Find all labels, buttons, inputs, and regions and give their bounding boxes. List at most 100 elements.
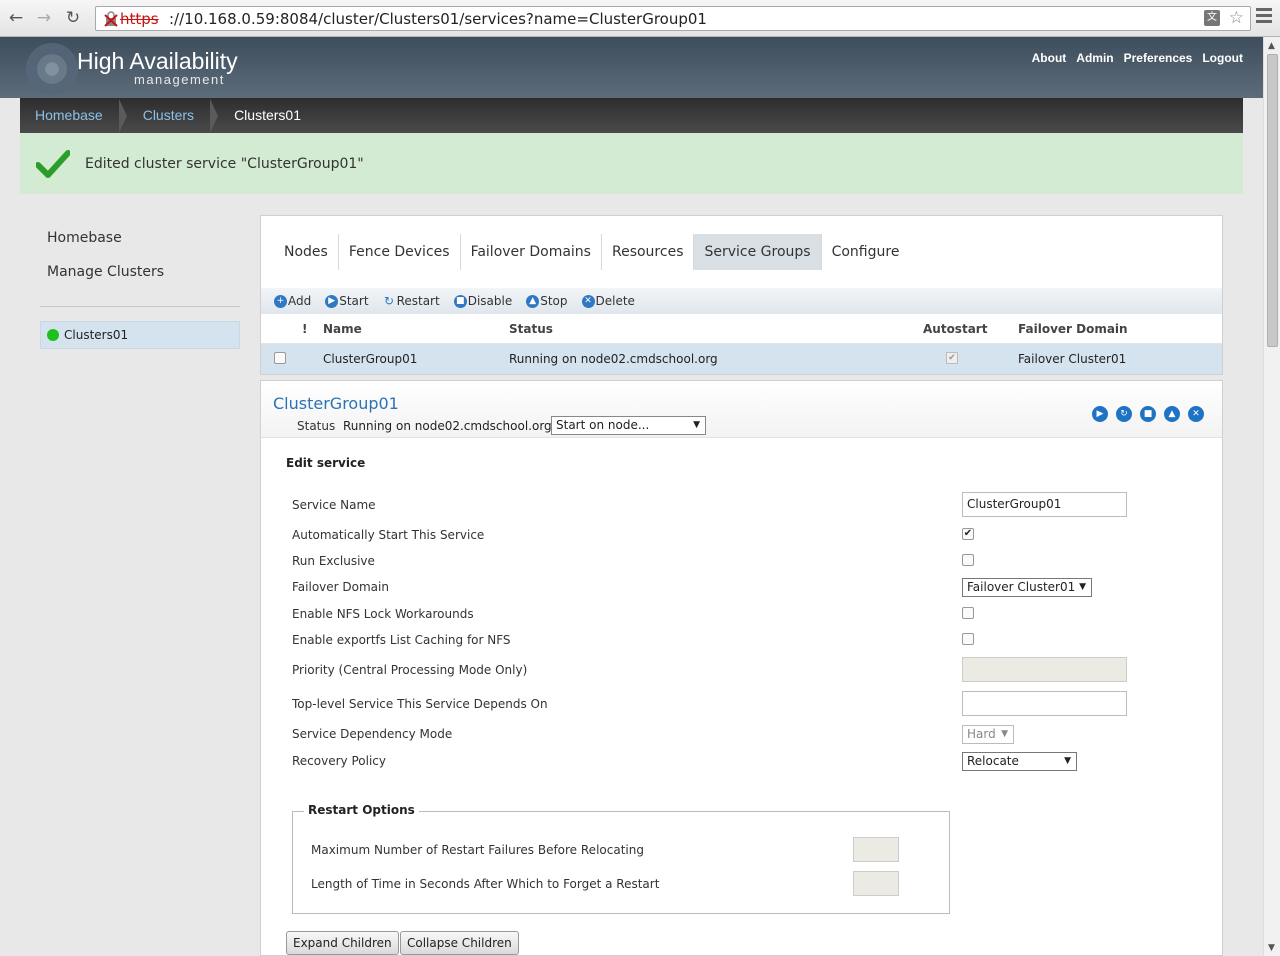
admin-link[interactable]: Admin	[1076, 51, 1113, 65]
browser-menu-icon[interactable]	[1256, 8, 1272, 28]
row-autostart-checkbox: ✔	[946, 352, 958, 364]
max-restart-failures-input	[853, 837, 899, 862]
app-header: High Availability management About Admin…	[0, 37, 1263, 98]
breadcrumb-separator	[118, 98, 127, 133]
plus-icon: +	[274, 294, 287, 308]
url-protocol: https	[120, 10, 159, 28]
disable-icon[interactable]: ■	[1140, 406, 1156, 422]
chevron-down-icon: ▼	[1079, 582, 1086, 592]
service-name-label: Service Name	[292, 498, 376, 512]
column-name[interactable]: Name	[323, 314, 362, 344]
restart-options-legend: Restart Options	[304, 803, 419, 817]
stop-button[interactable]: ▲ Stop	[526, 294, 568, 308]
column-autostart[interactable]: Autostart	[923, 314, 987, 344]
expand-children-button[interactable]: Expand Children	[286, 931, 399, 955]
sidebar-item-manage-clusters[interactable]: Manage Clusters	[47, 264, 164, 280]
depends-on-label: Top-level Service This Service Depends O…	[292, 697, 548, 711]
chevron-down-icon: ▼	[693, 420, 700, 430]
row-name[interactable]: ClusterGroup01	[323, 344, 417, 374]
tab-bar: Nodes Fence Devices Failover Domains Res…	[274, 234, 909, 270]
column-failover-domain[interactable]: Failover Domain	[1018, 314, 1128, 344]
bookmark-star-icon[interactable]: ☆	[1229, 8, 1244, 28]
delete-icon[interactable]: ✕	[1188, 406, 1204, 422]
recovery-policy-select[interactable]: Relocate ▼	[962, 752, 1077, 771]
priority-input	[962, 657, 1127, 682]
table-header: ! Name Status Autostart Failover Domain	[261, 314, 1222, 344]
tab-fence-devices[interactable]: Fence Devices	[339, 234, 461, 270]
row-checkbox[interactable]	[274, 352, 286, 364]
max-restart-failures-label: Maximum Number of Restart Failures Befor…	[311, 843, 644, 857]
sidebar-item-cluster[interactable]: Clusters01	[40, 321, 240, 349]
translate-icon[interactable]: 文	[1204, 10, 1220, 26]
table-row[interactable]: ClusterGroup01 Running on node02.cmdscho…	[261, 344, 1222, 374]
page-scrollbar[interactable]: ▲ ▼	[1263, 37, 1280, 956]
chevron-down-icon: ▼	[1064, 756, 1071, 766]
tab-configure[interactable]: Configure	[822, 234, 910, 270]
tab-failover-domains[interactable]: Failover Domains	[461, 234, 602, 270]
row-failover-domain: Failover Cluster01	[1018, 352, 1127, 366]
tab-nodes[interactable]: Nodes	[274, 234, 339, 270]
breadcrumb-clusters[interactable]: Clusters	[127, 98, 210, 133]
row-status: Running on node02.cmdschool.org	[509, 352, 718, 366]
collapse-children-button[interactable]: Collapse Children	[400, 931, 519, 955]
restart-expire-time-input	[853, 871, 899, 896]
restart-icon: ↻	[384, 293, 395, 308]
exportfs-cache-checkbox[interactable]	[962, 633, 974, 645]
status-dot-icon	[47, 329, 59, 341]
depends-on-input[interactable]	[962, 691, 1127, 716]
cluster-name: Clusters01	[64, 328, 129, 342]
restart-button[interactable]: ↻ Restart	[383, 294, 440, 308]
logout-link[interactable]: Logout	[1202, 51, 1243, 65]
tab-resources[interactable]: Resources	[602, 234, 695, 270]
edit-service-heading: Edit service	[286, 456, 366, 470]
service-title: ClusterGroup01	[273, 394, 399, 413]
tab-service-groups[interactable]: Service Groups	[694, 234, 822, 270]
breadcrumb: Homebase Clusters Clusters01	[20, 98, 1243, 133]
forward-arrow-icon[interactable]: →	[34, 8, 54, 28]
restart-options-fieldset: Restart Options Maximum Number of Restar…	[292, 803, 950, 914]
recovery-policy-label: Recovery Policy	[292, 754, 386, 768]
autostart-label: Automatically Start This Service	[292, 528, 485, 542]
scroll-thumb[interactable]	[1267, 54, 1278, 347]
app-title: High Availability	[77, 48, 238, 74]
priority-label: Priority (Central Processing Mode Only)	[292, 663, 528, 677]
add-button[interactable]: + Add	[274, 294, 311, 308]
disable-icon: ■	[453, 294, 467, 308]
restart-icon[interactable]: ↻	[1116, 406, 1132, 422]
app-subtitle: management	[134, 72, 225, 87]
column-status[interactable]: Status	[509, 314, 553, 344]
action-toolbar: + Add ▶ Start ↻ Restart ■ Disable ▲ Stop ✕ Del…	[261, 288, 1222, 314]
run-exclusive-checkbox[interactable]	[962, 554, 974, 566]
play-icon: ▶	[325, 294, 339, 308]
delete-button[interactable]: ✕ Delete	[581, 294, 635, 308]
reload-icon[interactable]: ↻	[63, 8, 83, 28]
dependency-mode-label: Service Dependency Mode	[292, 727, 453, 741]
run-exclusive-label: Run Exclusive	[292, 554, 375, 568]
about-link[interactable]: About	[1032, 51, 1067, 65]
breadcrumb-current: Clusters01	[234, 107, 301, 123]
insecure-lock-icon	[104, 11, 118, 27]
stop-icon: ▲	[526, 294, 540, 308]
scroll-down-arrow-icon[interactable]: ▼	[1268, 943, 1275, 953]
start-on-node-select[interactable]: Start on node... ▼	[551, 416, 706, 435]
start-icon[interactable]: ▶	[1092, 406, 1108, 422]
preferences-link[interactable]: Preferences	[1124, 51, 1193, 65]
disable-button[interactable]: ■ Disable	[453, 294, 512, 308]
exportfs-cache-label: Enable exportfs List Caching for NFS	[292, 633, 511, 647]
service-name-input[interactable]: ClusterGroup01	[962, 492, 1127, 517]
nfs-lock-checkbox[interactable]	[962, 607, 974, 619]
back-arrow-icon[interactable]: ←	[6, 8, 26, 28]
scroll-up-arrow-icon[interactable]: ▲	[1268, 41, 1275, 51]
url-text: ://10.168.0.59:8084/cluster/Clusters01/s…	[169, 10, 707, 28]
breadcrumb-separator	[210, 98, 219, 133]
stop-icon[interactable]: ▲	[1164, 406, 1180, 422]
banner-message: Edited cluster service "ClusterGroup01"	[85, 156, 364, 172]
sidebar-item-homebase[interactable]: Homebase	[47, 230, 164, 246]
service-action-icons: ▶ ↻ ■ ▲ ✕	[1092, 406, 1204, 422]
failover-domain-select[interactable]: Failover Cluster01 ▼	[962, 578, 1092, 597]
sidebar-divider	[40, 306, 240, 307]
start-button[interactable]: ▶ Start	[325, 294, 369, 308]
address-bar[interactable]: https ://10.168.0.59:8084/cluster/Cluste…	[95, 6, 1251, 31]
breadcrumb-homebase[interactable]: Homebase	[20, 98, 119, 133]
autostart-checkbox[interactable]: ✔	[962, 528, 974, 540]
